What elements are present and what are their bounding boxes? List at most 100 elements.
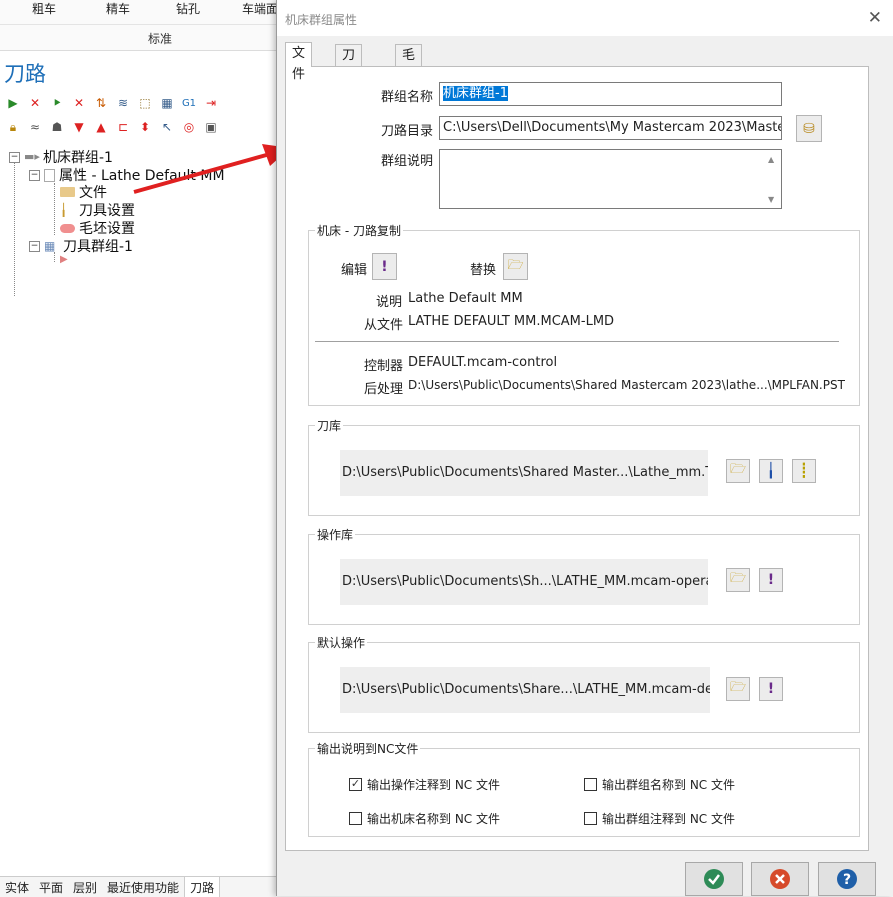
checkbox-output-op-comments[interactable]: ✓ 输出操作注释到 NC 文件 (349, 776, 500, 793)
properties-icon (44, 168, 55, 182)
ribbon-tab-finish[interactable]: 精车 (106, 0, 130, 17)
ok-button[interactable] (685, 862, 743, 896)
scroll-up-icon[interactable]: ▲ (768, 155, 774, 164)
tree-node-insert-marker[interactable]: ▶ (60, 254, 68, 265)
tool-library-manage-button[interactable]: ┋ (792, 459, 816, 483)
toolbar-row-1: ▶ ✕ ⯈ ✕ ⇅ ≋ ⬚ ▦ G1 ⇥ (4, 94, 220, 112)
tool-library-group: 刀库 D:\Users\Public\Documents\Shared Mast… (308, 417, 860, 516)
close-icon[interactable]: ✕ (868, 8, 882, 28)
insert-arrow-icon: ▶ (60, 254, 68, 265)
group-name-input[interactable]: 机床群组-1 (439, 82, 782, 106)
regen-dirty-icon[interactable]: ✕ (70, 94, 88, 112)
annotation-arrow (133, 144, 290, 194)
machine-copy-group: 机床 - 刀路复制 编辑 ! 替换 🗁︎ 说明 Lathe Default MM… (308, 222, 860, 406)
tab-tool-settings[interactable]: 刀具设置 (335, 44, 363, 126)
insert-arrow-icon[interactable]: ⊏ (114, 118, 132, 136)
post-value: D:\Users\Public\Documents\Shared Masterc… (408, 378, 845, 392)
cancel-button[interactable] (751, 862, 809, 896)
tree-node-tool-settings[interactable]: ╽ 刀具设置 (60, 200, 135, 220)
move-updown-icon[interactable]: ⬍ (136, 118, 154, 136)
group-name-label: 群组名称 (381, 90, 434, 105)
tool-library-path: D:\Users\Public\Documents\Shared Master.… (340, 450, 708, 496)
tab-files[interactable]: 文件 (285, 42, 313, 82)
tab-stock-settings[interactable]: 毛坯设置 (395, 44, 423, 126)
checkbox-output-machine-name[interactable]: 输出机床名称到 NC 文件 (349, 810, 500, 827)
machine-copy-title: 机床 - 刀路复制 (315, 222, 403, 239)
checkbox-label: 输出群组名称到 NC 文件 (602, 778, 735, 792)
checkbox-box: ✓ (349, 777, 362, 791)
cancel-icon (770, 869, 790, 889)
sort-icon[interactable]: ⇅ (92, 94, 110, 112)
ribbon-tab-drill[interactable]: 钻孔 (176, 0, 200, 17)
bottom-tab-levels[interactable]: 层别 (68, 877, 102, 897)
edit-icon: ! (767, 681, 775, 697)
edit-machine-button[interactable]: ! (372, 253, 397, 280)
bottom-tab-planes[interactable]: 平面 (34, 877, 68, 897)
default-operations-path: D:\Users\Public\Documents\Share...\LATHE… (340, 667, 710, 713)
wave-icon[interactable]: ≈ (26, 118, 44, 136)
tree-node-toolpath-group[interactable]: − ▦ 刀具群组-1 (29, 236, 133, 256)
edit-label: 编辑 (341, 263, 368, 278)
move-up-icon[interactable]: ▲ (92, 118, 110, 136)
operation-library-open-button[interactable]: 🗁︎ (726, 568, 750, 592)
lock-icon[interactable]: 🔒︎ (4, 118, 22, 136)
bottom-tab-toolpaths[interactable]: 刀路 (184, 877, 221, 897)
from-file-value: LATHE DEFAULT MM.MCAM-LMD (408, 314, 615, 329)
nc-output-title: 输出说明到NC文件 (315, 740, 421, 757)
checkbox-label: 输出机床名称到 NC 文件 (367, 812, 500, 826)
machine-icon: ▬▸ (24, 150, 40, 163)
ribbon-tab-face[interactable]: 车端面 (242, 0, 278, 17)
tool-icon: ╽ (60, 203, 68, 217)
tree-node-label: 刀具设置 (79, 203, 135, 219)
operation-library-edit-button[interactable]: ! (759, 568, 783, 592)
desc-label: 说明 (376, 295, 403, 310)
regen-icon[interactable]: ⯈ (48, 94, 66, 112)
layers-icon[interactable]: ≋ (114, 94, 132, 112)
tab-content: 群组名称 机床群组-1 刀路目录 C:\Users\Dell\Documents… (285, 66, 869, 851)
from-file-label: 从文件 (364, 318, 404, 333)
simulate-icon[interactable]: ▦ (158, 94, 176, 112)
collapse-icon[interactable]: − (9, 151, 20, 163)
ribbon-tab-rough[interactable]: 粗车 (32, 0, 56, 17)
collapse-icon[interactable]: − (29, 240, 40, 252)
toolpath-dir-input[interactable]: C:\Users\Dell\Documents\My Mastercam 202… (439, 116, 782, 140)
shapes-icon[interactable]: ◎ (180, 118, 198, 136)
browse-dir-button[interactable]: ⛁ (796, 115, 822, 142)
scroll-down-icon[interactable]: ▼ (768, 195, 774, 204)
deselect-icon[interactable]: ✕ (26, 94, 44, 112)
default-operations-edit-button[interactable]: ! (759, 677, 783, 701)
select-all-icon[interactable]: ▶ (4, 94, 22, 112)
default-operations-title: 默认操作 (315, 634, 368, 651)
checkbox-box (584, 778, 597, 791)
group-desc-label: 群组说明 (381, 154, 434, 169)
verify-icon[interactable]: ⬚ (136, 94, 154, 112)
g1-icon[interactable]: G1 (180, 94, 198, 112)
tool-icon: ╽ (766, 463, 776, 479)
checkbox-output-group-comments[interactable]: 输出群组注释到 NC 文件 (584, 810, 735, 827)
toolpath-dir-label: 刀路目录 (381, 124, 434, 139)
bottom-tab-recent[interactable]: 最近使用功能 (102, 877, 184, 897)
display-icon[interactable]: ▣ (202, 118, 220, 136)
checkbox-output-group-name[interactable]: 输出群组名称到 NC 文件 (584, 776, 735, 793)
checkbox-box (584, 812, 597, 825)
tree-node-machine-group[interactable]: − ▬▸ 机床群组-1 (9, 147, 113, 167)
collapse-icon[interactable]: − (29, 169, 40, 181)
default-operations-open-button[interactable]: 🗁︎ (726, 677, 750, 701)
tree-node-files[interactable]: 文件 (60, 182, 107, 202)
ribbon-group-label: 标准 (148, 32, 173, 46)
dialog-title: 机床群组属性 (285, 13, 358, 27)
replace-machine-button[interactable]: 🗁︎ (503, 253, 528, 280)
tool-library-edit-button[interactable]: ╽ (759, 459, 783, 483)
tree-node-stock-settings[interactable]: 毛坯设置 (60, 218, 135, 238)
move-down-icon[interactable]: ▼ (70, 118, 88, 136)
operation-library-group: 操作库 D:\Users\Public\Documents\Sh...\LATH… (308, 526, 860, 625)
select-icon[interactable]: ↖ (158, 118, 176, 136)
panel-title: 刀路 (4, 62, 46, 86)
help-button[interactable]: ? (818, 862, 876, 896)
group-desc-textarea[interactable] (439, 149, 782, 209)
tool-library-open-button[interactable]: 🗁︎ (726, 459, 750, 483)
nc-output-group: 输出说明到NC文件 ✓ 输出操作注释到 NC 文件 输出群组名称到 NC 文件 … (308, 740, 860, 837)
post-icon[interactable]: ⇥ (202, 94, 220, 112)
ghost-icon[interactable]: ☗ (48, 118, 66, 136)
bottom-tab-solids[interactable]: 实体 (0, 877, 34, 897)
